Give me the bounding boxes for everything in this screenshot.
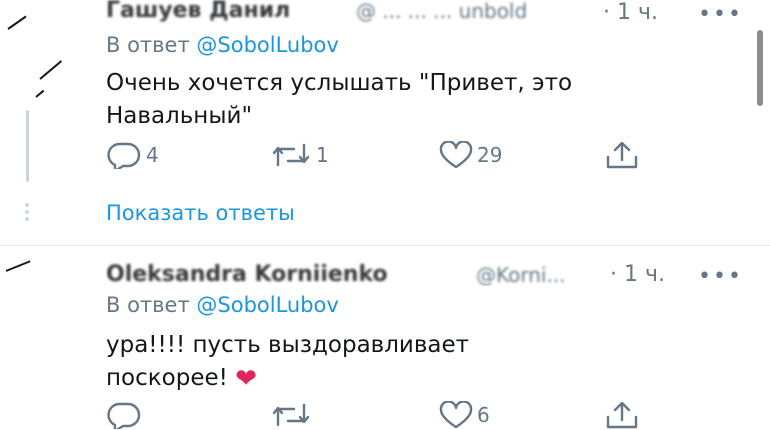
thread-line <box>26 110 29 182</box>
more-options-icon[interactable]: ••• <box>698 264 743 289</box>
tweet[interactable]: Oleksandra Korniienko @Korni... · 1 ч. •… <box>0 246 770 430</box>
heart-icon <box>439 141 473 169</box>
share-button[interactable] <box>604 400 640 430</box>
like-button[interactable]: 29 <box>439 141 502 169</box>
retweet-icon <box>272 403 310 427</box>
avatar[interactable] <box>0 0 90 120</box>
reply-prefix: В ответ <box>106 33 190 57</box>
show-replies-link[interactable]: Показать ответы <box>106 201 295 225</box>
tweet[interactable]: Гашуев Данил @ ... ... ... unbold · 1 ч.… <box>0 0 770 246</box>
scrollbar-thumb[interactable] <box>757 30 763 106</box>
tweet-text-line: ура!!!! пусть выздоравливает <box>106 332 470 358</box>
author-handle[interactable]: @ ... ... ... unbold <box>356 0 527 23</box>
reply-context: В ответ @SobolLubov <box>106 33 339 57</box>
share-icon <box>606 401 638 429</box>
heart-icon <box>439 401 473 429</box>
tweet-timestamp[interactable]: · 1 ч. <box>603 0 658 25</box>
retweet-count: 1 <box>316 143 329 167</box>
tweet-text-line: поскорее! ❤ <box>106 362 746 396</box>
reply-mention-link[interactable]: @SobolLubov <box>196 33 338 57</box>
share-button[interactable] <box>604 140 640 170</box>
tweet-timestamp[interactable]: · 1 ч. <box>610 262 665 287</box>
reply-mention-link[interactable]: @SobolLubov <box>196 293 338 317</box>
reply-count: 4 <box>146 143 159 167</box>
reply-button[interactable]: 4 <box>106 141 159 169</box>
reply-icon <box>107 142 141 169</box>
reply-icon <box>107 402 141 429</box>
reply-button[interactable] <box>106 401 146 429</box>
author-name[interactable]: Гашуев Данил <box>106 0 290 23</box>
red-heart-emoji: ❤ <box>235 364 257 394</box>
tweet-text-line: Навальный" <box>106 103 253 129</box>
reply-context: В ответ @SobolLubov <box>106 293 339 317</box>
reply-prefix: В ответ <box>106 293 190 317</box>
like-count: 6 <box>477 403 490 427</box>
more-options-icon[interactable]: ••• <box>698 2 743 27</box>
like-button[interactable]: 6 <box>439 401 490 429</box>
tweet-text: Очень хочется услышать "Привет, это Нава… <box>106 67 746 133</box>
avatar[interactable] <box>0 246 90 306</box>
tweet-text-fragment: поскорее! <box>106 365 228 391</box>
share-icon <box>606 141 638 169</box>
thread-more-dots <box>25 203 31 224</box>
retweet-button[interactable]: 1 <box>270 141 329 169</box>
tweet-header: Oleksandra Korniienko @Korni... <box>106 262 666 286</box>
retweet-icon <box>272 143 310 167</box>
like-count: 29 <box>477 143 503 167</box>
author-handle[interactable]: @Korni... <box>476 263 566 286</box>
retweet-button[interactable] <box>270 401 316 429</box>
author-name[interactable]: Oleksandra Korniienko <box>106 262 388 286</box>
tweet-text: ура!!!! пусть выздоравливает поскорее! ❤ <box>106 329 746 396</box>
tweet-text-line: Очень хочется услышать "Привет, это <box>106 70 573 96</box>
tweet-header: Гашуев Данил @ ... ... ... unbold <box>106 0 666 24</box>
